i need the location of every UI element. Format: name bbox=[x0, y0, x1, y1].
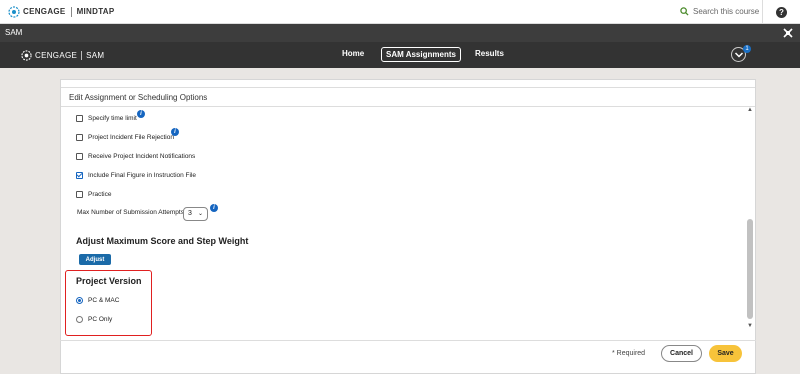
assignment-options-panel: Edit Assignment or Scheduling Options bbox=[60, 79, 756, 374]
adjust-button[interactable]: Adjust bbox=[79, 254, 111, 265]
option-label: Practice bbox=[88, 191, 112, 198]
top-bar: CENGAGE MINDTAP Search this course ? bbox=[0, 0, 800, 24]
app-title: SAM bbox=[5, 28, 23, 37]
option-receive-notifications[interactable]: Receive Project Incident Notifications bbox=[76, 153, 195, 160]
version-pc-only[interactable]: PC Only bbox=[76, 316, 112, 323]
pc-only-radio[interactable] bbox=[76, 316, 83, 323]
cengage-mindtap-logo[interactable]: CENGAGE MINDTAP bbox=[8, 5, 115, 18]
nav-brand-name: CENGAGE bbox=[35, 51, 78, 60]
search-placeholder: Search this course bbox=[693, 7, 760, 16]
info-icon[interactable]: i bbox=[171, 128, 179, 136]
max-attempts-value: 3 bbox=[188, 210, 192, 217]
tab-home[interactable]: Home bbox=[342, 49, 364, 58]
tab-results[interactable]: Results bbox=[475, 49, 504, 58]
cengage-logo-icon bbox=[21, 50, 32, 61]
save-button[interactable]: Save bbox=[709, 345, 742, 362]
nav-product-name: SAM bbox=[86, 51, 105, 60]
brand-name: CENGAGE bbox=[23, 7, 66, 16]
chevron-down-icon bbox=[734, 52, 744, 58]
max-attempts-select[interactable]: 3 ⌄ bbox=[183, 207, 208, 221]
help-button[interactable]: ? bbox=[762, 0, 800, 24]
adjust-score-heading: Adjust Maximum Score and Step Weight bbox=[76, 236, 249, 246]
option-label: Include Final Figure in Instruction File bbox=[88, 172, 197, 179]
cancel-button[interactable]: Cancel bbox=[661, 345, 702, 362]
receive-notifications-checkbox[interactable] bbox=[76, 153, 83, 160]
footer-divider bbox=[60, 340, 756, 341]
include-final-figure-checkbox[interactable] bbox=[76, 172, 83, 179]
nav-brand-divider bbox=[81, 51, 83, 60]
project-version-heading: Project Version bbox=[76, 276, 142, 286]
scroll-thumb[interactable] bbox=[747, 219, 753, 319]
cengage-logo-icon bbox=[8, 5, 20, 18]
panel-title: Edit Assignment or Scheduling Options bbox=[61, 87, 755, 107]
pc-mac-radio[interactable] bbox=[76, 297, 83, 304]
project-incident-file-rejection-checkbox[interactable] bbox=[76, 134, 83, 141]
search-icon bbox=[680, 7, 689, 16]
option-label: Project Incident File Rejection bbox=[88, 134, 174, 141]
course-search[interactable]: Search this course bbox=[680, 7, 759, 16]
info-icon[interactable]: i bbox=[210, 204, 218, 212]
notification-badge: 1 bbox=[743, 45, 751, 53]
help-icon: ? bbox=[776, 6, 787, 18]
panel-scrollbar[interactable]: ▲ ▼ bbox=[746, 107, 754, 332]
tab-sam-assignments[interactable]: SAM Assignments bbox=[381, 47, 461, 62]
cengage-sam-logo[interactable]: CENGAGE SAM bbox=[21, 50, 104, 61]
option-project-incident-file-rejection[interactable]: Project Incident File Rejection bbox=[76, 134, 174, 141]
scroll-down-arrow[interactable]: ▼ bbox=[747, 323, 753, 329]
option-specify-time-limit[interactable]: Specify time limit bbox=[76, 115, 137, 122]
version-pc-mac[interactable]: PC & MAC bbox=[76, 297, 119, 304]
scroll-up-arrow[interactable]: ▲ bbox=[747, 107, 753, 113]
version-label: PC & MAC bbox=[88, 297, 120, 304]
app-title-bar: SAM bbox=[0, 24, 800, 42]
option-label: Specify time limit bbox=[88, 115, 137, 122]
option-include-final-figure[interactable]: Include Final Figure in Instruction File bbox=[76, 172, 196, 179]
chevron-down-icon: ⌄ bbox=[197, 211, 203, 217]
expand-icon[interactable] bbox=[782, 27, 794, 39]
practice-checkbox[interactable] bbox=[76, 191, 83, 198]
specify-time-limit-checkbox[interactable] bbox=[76, 115, 83, 122]
sam-navbar: CENGAGE SAM Home SAM Assignments Results… bbox=[0, 42, 800, 68]
version-label: PC Only bbox=[88, 316, 113, 323]
option-practice[interactable]: Practice bbox=[76, 191, 111, 198]
product-name: MINDTAP bbox=[76, 7, 115, 16]
max-attempts-label: Max Number of Submission Attempts bbox=[77, 209, 184, 216]
brand-divider bbox=[70, 6, 72, 17]
required-note: * Required bbox=[612, 350, 646, 357]
option-label: Receive Project Incident Notifications bbox=[88, 153, 196, 160]
info-icon[interactable]: i bbox=[137, 110, 145, 118]
